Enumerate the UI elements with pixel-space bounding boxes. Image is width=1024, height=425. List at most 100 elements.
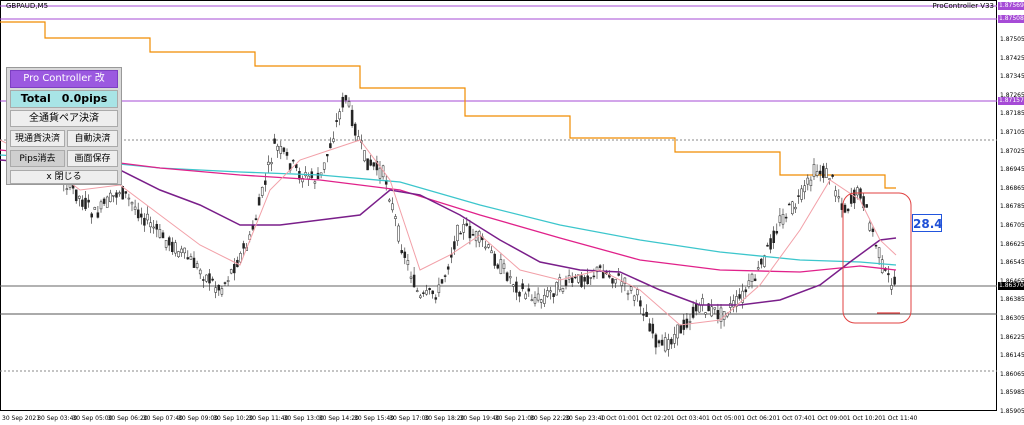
time-axis-label: 1 Oct 06:20: [741, 415, 777, 422]
candle-body: [834, 190, 837, 197]
candle-body: [99, 201, 103, 210]
candle-body: [732, 300, 735, 308]
candle-body: [406, 260, 410, 265]
candle-body: [456, 224, 459, 242]
candle-body: [812, 164, 816, 177]
candle-body: [394, 216, 397, 219]
candle-body: [282, 147, 286, 152]
candle-body: [626, 292, 630, 295]
candle-body: [307, 175, 310, 180]
price-chart[interactable]: [0, 0, 1024, 425]
candle-body: [121, 186, 124, 200]
candle-body: [822, 165, 825, 178]
candle-body: [784, 216, 788, 219]
clear-pips-button[interactable]: Pips消去: [10, 150, 65, 167]
candle-body: [366, 158, 369, 171]
time-axis-label: 30 Sep 14:20: [318, 415, 359, 422]
price-axis-label: 1.85985: [1000, 389, 1024, 397]
candle-body: [183, 247, 186, 254]
candle-body: [78, 195, 81, 199]
candle-body: [648, 323, 651, 332]
candle-body: [496, 264, 500, 269]
close-panel-button[interactable]: x 閉じる: [10, 170, 118, 184]
candle-body: [124, 191, 128, 194]
candle-body: [273, 138, 276, 144]
candle-body: [412, 274, 416, 288]
candle-body: [753, 278, 757, 281]
candle-body: [505, 272, 509, 281]
time-axis-label: 30 Sep 22:20: [530, 415, 571, 422]
candle-body: [419, 295, 422, 298]
candle-body: [428, 288, 431, 291]
candle-body: [632, 295, 636, 301]
ma-cyan-line: [0, 154, 897, 266]
candle-body: [391, 203, 394, 211]
candle-body: [629, 286, 633, 291]
price-axis-label: 1.87505: [1000, 36, 1024, 43]
auto-close-button[interactable]: 自動決済: [67, 130, 118, 147]
time-axis-label: 30 Sep 03:40: [37, 415, 78, 422]
candle-body: [527, 288, 531, 292]
candle-body: [815, 171, 819, 176]
pips-measure-label: 28.4: [912, 214, 943, 232]
candle-body: [477, 231, 481, 243]
time-axis-label: 30 Sep 11:40: [248, 415, 289, 422]
price-axis-label: 1.86225: [1000, 333, 1024, 341]
candle-body: [217, 284, 221, 291]
candle-body: [105, 196, 109, 208]
price-tag: 1.87157: [998, 97, 1024, 105]
candle-body: [471, 234, 475, 236]
candle-body: [462, 223, 465, 233]
candle-body: [518, 291, 521, 297]
candle-body: [180, 248, 183, 254]
candle-body: [267, 161, 270, 166]
candle-body: [487, 244, 490, 248]
candle-body: [512, 284, 515, 287]
candle-body: [617, 273, 620, 276]
candle-body: [415, 290, 419, 292]
candle-body: [133, 206, 137, 210]
candle-body: [620, 281, 624, 286]
save-screen-button[interactable]: 画面保存: [67, 150, 118, 167]
candle-body: [701, 298, 704, 306]
time-axis-label: 30 Sep 23:40: [565, 415, 606, 422]
candle-body: [192, 257, 196, 268]
candle-body: [763, 255, 766, 267]
close-current-pair-button[interactable]: 現通貨決済: [10, 130, 65, 147]
candle-body: [459, 232, 462, 235]
candle-body: [570, 277, 574, 283]
time-axis-label: 1 Oct 09:00: [811, 415, 847, 422]
candle-body: [533, 297, 537, 304]
candle-body: [332, 138, 335, 142]
candle-body: [161, 232, 165, 239]
time-axis-label: 30 Sep 21:00: [494, 415, 535, 422]
candle-body: [670, 338, 673, 345]
candle-body: [422, 292, 425, 294]
candle-body: [698, 305, 701, 313]
candle-body: [868, 222, 872, 231]
candle-body: [353, 123, 357, 136]
close-all-pairs-button[interactable]: 全通貨ペア決済: [10, 110, 118, 127]
candle-body: [890, 285, 893, 290]
candle-body: [350, 109, 354, 126]
candle-body: [369, 159, 372, 166]
candle-body: [760, 258, 763, 265]
time-axis-label: 1 Oct 10:20: [846, 415, 883, 422]
candle-body: [276, 145, 279, 151]
time-axis-label: 30 Sep 18:20: [424, 415, 465, 422]
candle-body: [611, 278, 614, 284]
candle-body: [515, 281, 518, 293]
candle-body: [772, 230, 775, 243]
candle-body: [713, 307, 717, 310]
time-axis-label: 30 Sep 15:40: [354, 415, 395, 422]
candle-body: [425, 290, 428, 295]
chart-window[interactable]: GBPAUD,M5 ProController V33 1.87505 1.874…: [0, 0, 1024, 425]
candle-body: [260, 186, 264, 196]
pro-controller-panel[interactable]: Pro Controller 改 Total 0.0pips 全通貨ペア決済 現…: [6, 67, 122, 185]
panel-title[interactable]: Pro Controller 改: [10, 70, 118, 88]
candle-body: [794, 206, 797, 210]
time-axis-label: 30 Sep 05:00: [72, 415, 113, 422]
price-axis-label: 1.87345: [1000, 73, 1024, 81]
candle-body: [586, 275, 589, 285]
time-axis-label: 30 Sep 06:20: [107, 415, 148, 422]
